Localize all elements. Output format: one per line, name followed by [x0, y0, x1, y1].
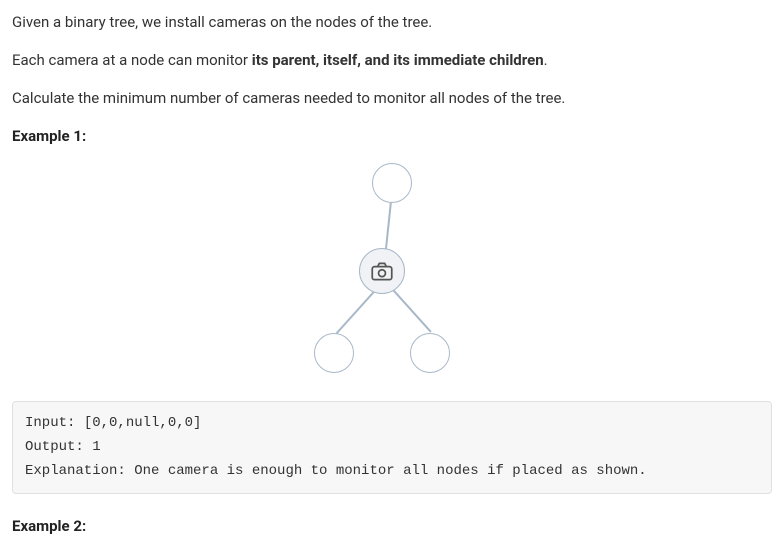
- code-input-value: [0,0,null,0,0]: [84, 415, 202, 431]
- example-2-heading: Example 2:: [12, 514, 772, 538]
- example-1-colon: :: [82, 127, 86, 145]
- example-2-colon: :: [82, 517, 86, 535]
- tree-diagram-inner: [302, 163, 482, 383]
- tree-edge: [390, 287, 431, 333]
- code-output-line: Output: 1: [25, 436, 759, 460]
- camera-icon: [369, 258, 395, 284]
- tree-node-camera: [359, 248, 405, 294]
- code-output-label: Output:: [25, 439, 92, 455]
- intro-2-prefix: Each camera at a node can monitor: [12, 51, 252, 69]
- tree-node-left-leaf: [314, 333, 354, 373]
- tree-node-right-leaf: [410, 333, 450, 373]
- code-explanation-value: One camera is enough to monitor all node…: [134, 463, 646, 479]
- code-explanation-line: Explanation: One camera is enough to mon…: [25, 460, 759, 484]
- example-1-heading: Example 1:: [12, 124, 772, 148]
- tree-node-root: [372, 163, 412, 203]
- intro-2-bold: its parent, itself, and its immediate ch…: [252, 51, 544, 69]
- example-1-code-block: Input: [0,0,null,0,0]Output: 1Explanatio…: [12, 401, 772, 494]
- code-output-value: 1: [92, 439, 100, 455]
- code-input-label: Input:: [25, 415, 84, 431]
- tree-edge: [336, 288, 377, 334]
- problem-intro-1: Given a binary tree, we install cameras …: [12, 10, 772, 34]
- tree-edge: [385, 201, 392, 253]
- code-explanation-label: Explanation:: [25, 463, 134, 479]
- problem-intro-3: Calculate the minimum number of cameras …: [12, 86, 772, 110]
- intro-2-suffix: .: [544, 51, 548, 69]
- example-1-heading-text: Example 1: [12, 127, 82, 145]
- tree-diagram: [12, 163, 772, 383]
- code-input-line: Input: [0,0,null,0,0]: [25, 412, 759, 436]
- example-2-heading-text: Example 2: [12, 517, 82, 535]
- problem-intro-2: Each camera at a node can monitor its pa…: [12, 48, 772, 72]
